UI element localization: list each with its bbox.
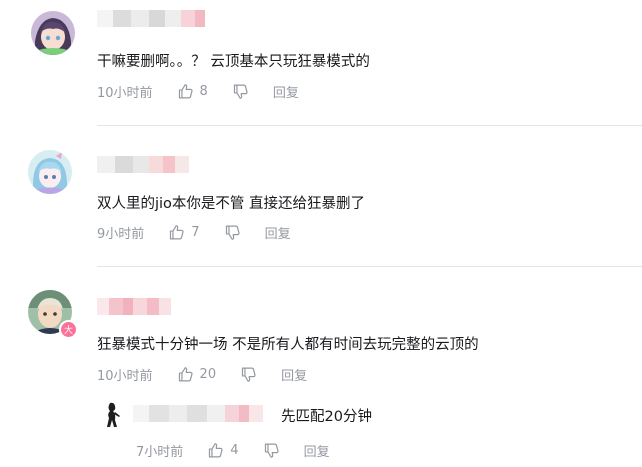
like-count: 8 [199,83,208,99]
sub-reply-meta: 7小时前 4 回复 [136,440,330,460]
comment-time: 7小时前 [136,444,184,460]
thumbs-down-icon [264,443,279,458]
comment-text: 双人里的jio本你是不管 直接还给狂暴删了 [97,196,366,212]
user-avatar[interactable] [28,150,72,194]
username-masked[interactable] [97,298,171,315]
comment-text: 干嘛要删啊。。？ 云顶基本只玩狂暴模式的 [97,54,370,70]
reply-button[interactable]: 回复 [265,223,291,242]
thumbs-up-icon [178,83,193,98]
comment-meta: 9小时前 7 回复 [97,222,291,242]
thumbs-down-icon [233,84,248,99]
comment-meta: 10小时前 20 回复 [97,364,307,384]
reply-button[interactable]: 回复 [281,365,307,384]
username-masked[interactable] [133,405,263,422]
comment-divider [97,266,642,267]
sub-reply-avatar[interactable] [103,402,123,428]
username-masked[interactable] [97,10,205,27]
thumbs-down-icon [241,367,256,382]
sub-reply-text: 先匹配20分钟 [281,409,372,425]
like-count: 7 [191,224,200,240]
thumbs-up-icon [178,366,193,381]
like-button[interactable]: 7 [168,224,200,241]
comment-time: 10小时前 [97,85,153,101]
reply-button[interactable]: 回复 [273,82,299,101]
comment-text: 狂暴模式十分钟一场 不是所有人都有时间去玩完整的云顶的 [97,337,479,353]
dislike-button[interactable] [240,366,257,383]
like-button[interactable]: 8 [177,83,208,100]
dislike-button[interactable] [232,83,249,100]
thumbs-up-icon [170,224,184,239]
character-avatar-icon [103,402,123,428]
comment-meta: 10小时前 8 回复 [97,81,299,101]
comment-time: 9小时前 [97,226,145,242]
vip-badge: 大 [59,320,78,339]
thumbs-down-icon [225,225,240,240]
thumbs-up-icon [209,442,223,457]
comment-divider [97,125,642,126]
username-masked[interactable] [97,156,189,173]
like-count: 20 [199,366,217,382]
like-count: 4 [230,442,239,458]
dislike-button[interactable] [263,442,280,459]
dislike-button[interactable] [224,224,241,241]
comment-time: 10小时前 [97,368,153,384]
reply-button[interactable]: 回复 [304,441,330,460]
like-button[interactable]: 20 [177,366,217,383]
like-button[interactable]: 4 [207,442,239,459]
user-avatar[interactable] [31,11,75,55]
